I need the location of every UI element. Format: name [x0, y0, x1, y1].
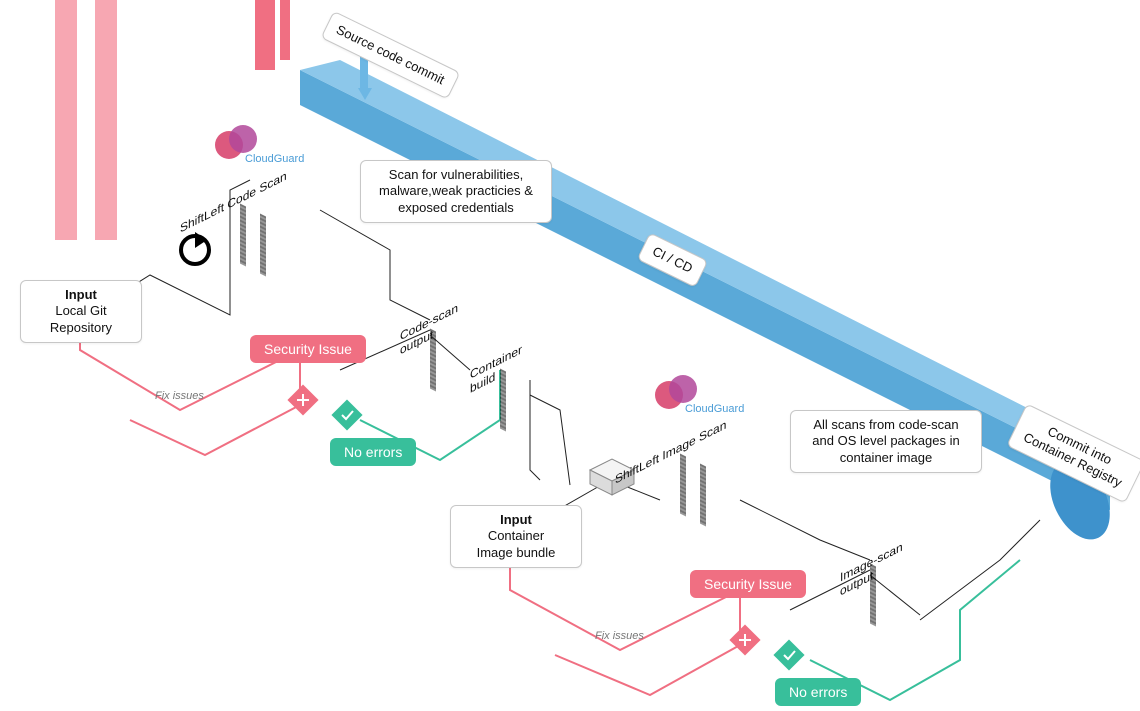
security-issue-2: Security Issue [690, 570, 806, 598]
bar-shadow [700, 464, 706, 527]
diagram-root: { "pipeline": { "source_commit": "Source… [0, 0, 1140, 711]
input1-title: Input [31, 287, 131, 303]
input1-body: Local Git Repository [31, 303, 131, 336]
fix-issues-1: Fix issues [155, 390, 204, 402]
input-local-git: Input Local Git Repository [20, 280, 142, 343]
bar-shadow [240, 204, 246, 267]
fix-issues-2: Fix issues [595, 630, 644, 642]
bar-shadow [260, 214, 266, 277]
bar-shadow [680, 454, 686, 517]
flow-lines [0, 0, 1140, 711]
no-errors-2: No errors [775, 678, 861, 706]
input2-body: Container Image bundle [461, 528, 571, 561]
imagescan-desc-text: All scans from code-scan and OS level pa… [812, 417, 959, 465]
cloudguard-logo: CloudGuard [655, 375, 705, 415]
cloudguard-text: CloudGuard [245, 153, 304, 165]
bar-shadow [870, 564, 876, 627]
input-container-image: Input Container Image bundle [450, 505, 582, 568]
security-issue-1: Security Issue [250, 335, 366, 363]
cloudguard-text: CloudGuard [685, 403, 744, 415]
codescan-desc: Scan for vulnerabilities, malware,weak p… [360, 160, 552, 223]
input2-title: Input [461, 512, 571, 528]
cloudguard-logo: CloudGuard [215, 125, 265, 165]
no-errors-1: No errors [330, 438, 416, 466]
bar-shadow [430, 329, 436, 392]
bar-shadow [500, 369, 506, 432]
codescan-desc-text: Scan for vulnerabilities, malware,weak p… [379, 167, 533, 215]
imagescan-desc: All scans from code-scan and OS level pa… [790, 410, 982, 473]
